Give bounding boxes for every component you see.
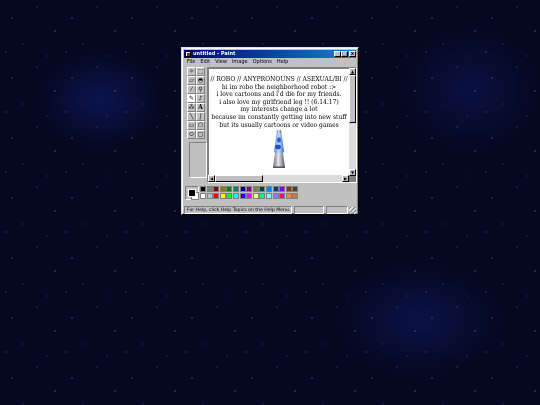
title-bar[interactable]: untitled - Paint _ □ x [184, 50, 356, 58]
line-tool-icon[interactable]: ╲ [187, 112, 196, 121]
color-swatch[interactable] [259, 193, 266, 199]
color-swatch[interactable] [292, 193, 299, 199]
menu-view[interactable]: View [215, 59, 227, 65]
fill-tool-icon[interactable]: ◓ [196, 76, 205, 85]
toolbox: ✧ ⬚ ▱ ◓ ⁄ ⚲ ✎ ♪ ⁂ A ╲ ∫ ▭ ⬠ ⬭ ▢ [185, 67, 207, 179]
color-swatch[interactable] [226, 186, 233, 192]
eraser-tool-icon[interactable]: ▱ [187, 76, 196, 85]
canvas-text-line-1: // ROBO // ANYPRONOUNS // ASEXUAL/BI // [210, 76, 348, 83]
menu-options[interactable]: Options [253, 59, 272, 65]
free-select-tool-icon[interactable]: ✧ [187, 67, 196, 76]
foreground-color-swatch [188, 189, 196, 197]
color-swatch[interactable] [226, 193, 233, 199]
status-bar: For Help, click Help Topics on the Help … [184, 206, 356, 214]
menu-help[interactable]: Help [277, 59, 288, 65]
paint-app-icon [185, 51, 191, 57]
color-swatch[interactable] [246, 193, 253, 199]
polygon-tool-icon[interactable]: ⬠ [196, 121, 205, 130]
canvas-text-line-4: i also love my girlfriend leg !! (6.14.1… [219, 98, 339, 106]
color-swatch[interactable] [272, 193, 279, 199]
brush-tool-icon[interactable]: ♪ [196, 94, 205, 103]
color-swatch[interactable] [239, 186, 246, 192]
color-swatch[interactable] [252, 193, 259, 199]
scroll-up-arrow-icon[interactable]: ▲ [349, 68, 356, 75]
color-swatch[interactable] [239, 193, 246, 199]
menu-image[interactable]: Image [232, 59, 248, 65]
horizontal-scroll-thumb[interactable] [215, 175, 263, 182]
color-swatch[interactable] [233, 186, 239, 192]
vertical-scrollbar[interactable]: ▲ ▼ [349, 68, 356, 176]
color-swatch[interactable] [272, 186, 279, 192]
color-swatch[interactable] [206, 186, 213, 192]
text-tool-icon[interactable]: A [196, 103, 205, 112]
color-swatch[interactable] [285, 186, 292, 192]
magnifier-tool-icon[interactable]: ⚲ [196, 85, 205, 94]
color-swatch[interactable] [213, 193, 220, 199]
maximize-button[interactable]: □ [341, 51, 348, 57]
color-swatches [200, 186, 312, 200]
drawing-canvas[interactable]: // ROBO // ANYPRONOUNS // ASEXUAL/BI // … [209, 69, 349, 176]
color-swatch[interactable] [252, 186, 259, 192]
menu-bar: File Edit View Image Options Help [184, 59, 356, 66]
minimize-button[interactable]: _ [334, 51, 341, 57]
status-coordinates-panel [294, 206, 324, 214]
canvas-text-line-5: my interests change a lot [240, 106, 318, 114]
color-swatch[interactable] [285, 193, 292, 199]
rounded-rectangle-tool-icon[interactable]: ▢ [196, 130, 205, 139]
color-swatch[interactable] [266, 186, 272, 192]
menu-edit[interactable]: Edit [200, 59, 210, 65]
color-swatch[interactable] [279, 193, 286, 199]
color-swatch[interactable] [219, 193, 226, 199]
canvas-text-line-2: hi im robo the neighborhood robot :> [221, 83, 337, 91]
resize-grip[interactable] [349, 207, 356, 214]
color-swatch[interactable] [233, 193, 239, 199]
airbrush-tool-icon[interactable]: ⁂ [187, 103, 196, 112]
menu-file[interactable]: File [187, 59, 195, 65]
lava-lamp-image [273, 130, 285, 168]
paint-window: untitled - Paint _ □ x File Edit View Image… [181, 47, 359, 215]
canvas-area: // ROBO // ANYPRONOUNS // ASEXUAL/BI // … [207, 67, 357, 183]
rectangle-tool-icon[interactable]: ▭ [187, 121, 196, 130]
color-swatch[interactable] [279, 186, 286, 192]
scroll-right-arrow-icon[interactable]: ▶ [342, 175, 349, 182]
color-swatch[interactable] [292, 186, 299, 192]
status-help-text: For Help, click Help Topics on the Help … [184, 206, 292, 214]
curve-tool-icon[interactable]: ∫ [196, 112, 205, 121]
canvas-text-line-6: because im constantly getting into new s… [211, 113, 347, 121]
scroll-down-arrow-icon[interactable]: ▼ [349, 169, 356, 176]
color-swatch[interactable] [219, 186, 226, 192]
ellipse-tool-icon[interactable]: ⬭ [187, 130, 196, 139]
color-swatch[interactable] [246, 186, 253, 192]
close-button[interactable]: x [349, 51, 356, 57]
status-size-panel [326, 206, 348, 214]
current-colors [185, 186, 199, 200]
scroll-left-arrow-icon[interactable]: ◀ [208, 175, 215, 182]
color-swatch[interactable] [259, 186, 266, 192]
color-swatch[interactable] [266, 193, 272, 199]
horizontal-scrollbar[interactable]: ◀ ▶ [208, 175, 349, 182]
color-picker-tool-icon[interactable]: ⁄ [187, 85, 196, 94]
pencil-tool-icon[interactable]: ✎ [187, 94, 196, 103]
color-swatch[interactable] [206, 193, 213, 199]
color-swatch[interactable] [200, 193, 206, 199]
color-swatch[interactable] [213, 186, 220, 192]
select-tool-icon[interactable]: ⬚ [196, 67, 205, 76]
window-title: untitled - Paint [193, 51, 236, 57]
canvas-text-line-3: i love cartoons and i'd die for my frien… [216, 91, 342, 99]
vertical-scroll-thumb[interactable] [349, 75, 356, 123]
color-swatch[interactable] [200, 186, 206, 192]
color-palette [185, 186, 315, 202]
tool-options-box[interactable] [189, 142, 207, 178]
